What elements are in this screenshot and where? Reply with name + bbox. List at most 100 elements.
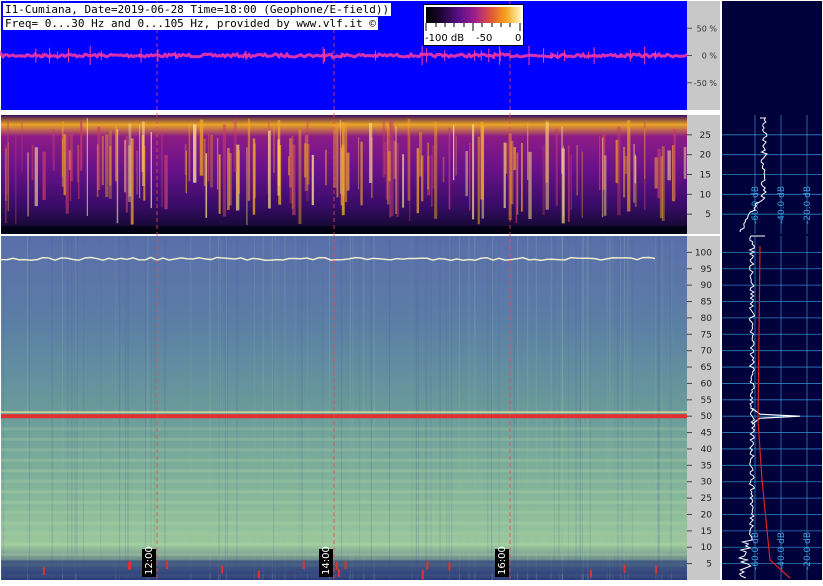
spectrogram-main-tick-label: 95 (701, 265, 712, 275)
spectrum-x-tick-label: -20.0 dB (803, 186, 813, 224)
spectrogram-main-column (100, 236, 102, 580)
spectrogram-main-column (340, 236, 342, 580)
spectrogram-main-column (558, 236, 560, 580)
spectrogram-main-column (619, 236, 621, 580)
spectrogram-main-column (439, 236, 441, 580)
spectrogram-low-burst (80, 121, 83, 171)
spectrogram-main-column (617, 236, 619, 580)
spectrogram-main-tick-label: 60 (701, 379, 713, 389)
spectrogram-main-tick-label: 15 (701, 527, 712, 537)
spectrogram-main-column (272, 236, 274, 580)
spectrogram-main-column (220, 236, 222, 580)
spectrogram-low-burst (465, 151, 468, 197)
spectrogram-main-band (1, 490, 687, 494)
spectrogram-low-burst (357, 137, 360, 190)
spectrogram-main-column (589, 236, 591, 580)
spectrogram-main-column (657, 236, 659, 580)
spectrogram-low-burst (477, 136, 480, 225)
spectrogram-main-column (415, 236, 417, 580)
spectrogram-main-column (298, 236, 300, 580)
spectrogram-main-column (561, 236, 563, 580)
spectrogram-main-column (278, 236, 280, 580)
spectrogram-main-column (451, 236, 453, 580)
spectrogram-main-column (28, 236, 30, 580)
spectrogram-main-column (2, 236, 4, 580)
spectrogram-low-burst (528, 151, 532, 220)
spectrogram-low-burst (268, 130, 271, 209)
spectrogram-low-burst (164, 154, 168, 210)
spectrogram-low-burst (218, 154, 221, 214)
spectrogram-main-tick-label: 70 (701, 347, 713, 357)
spectrogram-main-column (370, 236, 372, 580)
spectrogram-low-burst (291, 135, 294, 209)
low-freq-spot (302, 560, 305, 569)
spectrogram-low-burst (34, 147, 38, 207)
spectrogram-main-column (328, 236, 330, 580)
spectrogram-low-burst (7, 119, 9, 195)
spectrogram-main-column (527, 236, 529, 580)
spectrogram-low-burst (567, 145, 570, 222)
low-freq-spot (127, 561, 130, 570)
spectrogram-main-band (1, 448, 687, 452)
spectrogram-main-column (225, 236, 227, 580)
spectrogram-main-band (1, 542, 687, 546)
spectrogram-low-burst (325, 149, 327, 186)
spectrogram-main-column (271, 236, 273, 580)
spectrogram-low-burst (395, 126, 398, 214)
spectrogram-low-burst (143, 146, 146, 201)
spectrogram-main-column (579, 236, 581, 580)
spectrogram-main-column (516, 236, 518, 580)
spectrogram-main-panel (1, 236, 687, 580)
spectrogram-low-burst (402, 154, 405, 208)
spectrogram-low-burst (346, 152, 350, 191)
spectrogram-low-burst (222, 124, 226, 217)
spectrogram-main-column (144, 236, 146, 580)
spectrogram-main-column (349, 236, 351, 580)
spectrogram-main-column (468, 236, 470, 580)
spectrogram-main-column (253, 236, 255, 580)
spectrogram-low-burst (210, 134, 213, 188)
spectrogram-low-burst (480, 121, 484, 200)
spectrogram-main-column (150, 236, 152, 580)
spectrogram-main-column (209, 236, 211, 580)
low-freq-spot (421, 571, 424, 580)
spectrogram-low-burst (472, 124, 475, 220)
spectrogram-main-column (581, 236, 583, 580)
mains-50hz-line (1, 414, 687, 419)
spectrogram-main-column (606, 236, 608, 580)
spectrogram-low-burst (341, 122, 345, 216)
spectrogram-low-burst (5, 145, 7, 224)
spectrogram-low-burst (125, 135, 128, 213)
spectrogram-main-tick-label: 80 (701, 314, 713, 324)
spectrogram-main-band (1, 553, 687, 557)
spectrogram-main-band (1, 511, 687, 515)
spectrogram-low-burst (555, 128, 558, 206)
figure-title: I1-Cumiana, Date=2019-06-28 Time=18:00 (… (3, 3, 392, 16)
spectrogram-main-column (294, 236, 296, 580)
spectrogram-low-burst (273, 124, 275, 173)
low-freq-spot (426, 561, 429, 570)
spectrogram-low-burst (128, 123, 132, 197)
spectrogram-main-tick-label: 25 (701, 494, 712, 504)
spectrogram-low-burst (14, 136, 17, 225)
spectrogram-main-column (74, 236, 76, 580)
spectrogram-main-column (631, 236, 633, 580)
spectrogram-main-column (586, 236, 588, 580)
spectrogram-low-burst (203, 138, 206, 187)
spectrogram-low-burst (434, 121, 438, 219)
spectrogram-main-column (83, 236, 85, 580)
spectrogram-main-band (1, 500, 687, 504)
spectrogram-low-burst (193, 124, 197, 183)
low-freq-spot (448, 562, 451, 571)
spectrogram-low-burst (527, 122, 529, 181)
low-freq-spot (42, 566, 45, 575)
spectrogram-main-column (430, 236, 432, 580)
spectrogram-main-band (1, 458, 687, 462)
time-marker-label: 14:00 (321, 546, 332, 575)
spectrogram-main-tick-label: 85 (701, 298, 712, 308)
spectrogram-low-burst (661, 146, 665, 221)
spectrogram-main-column (411, 236, 413, 580)
spectrogram-main-column (190, 236, 192, 580)
spectrogram-low-burst (576, 145, 579, 196)
spectrogram-main-column (76, 236, 78, 580)
